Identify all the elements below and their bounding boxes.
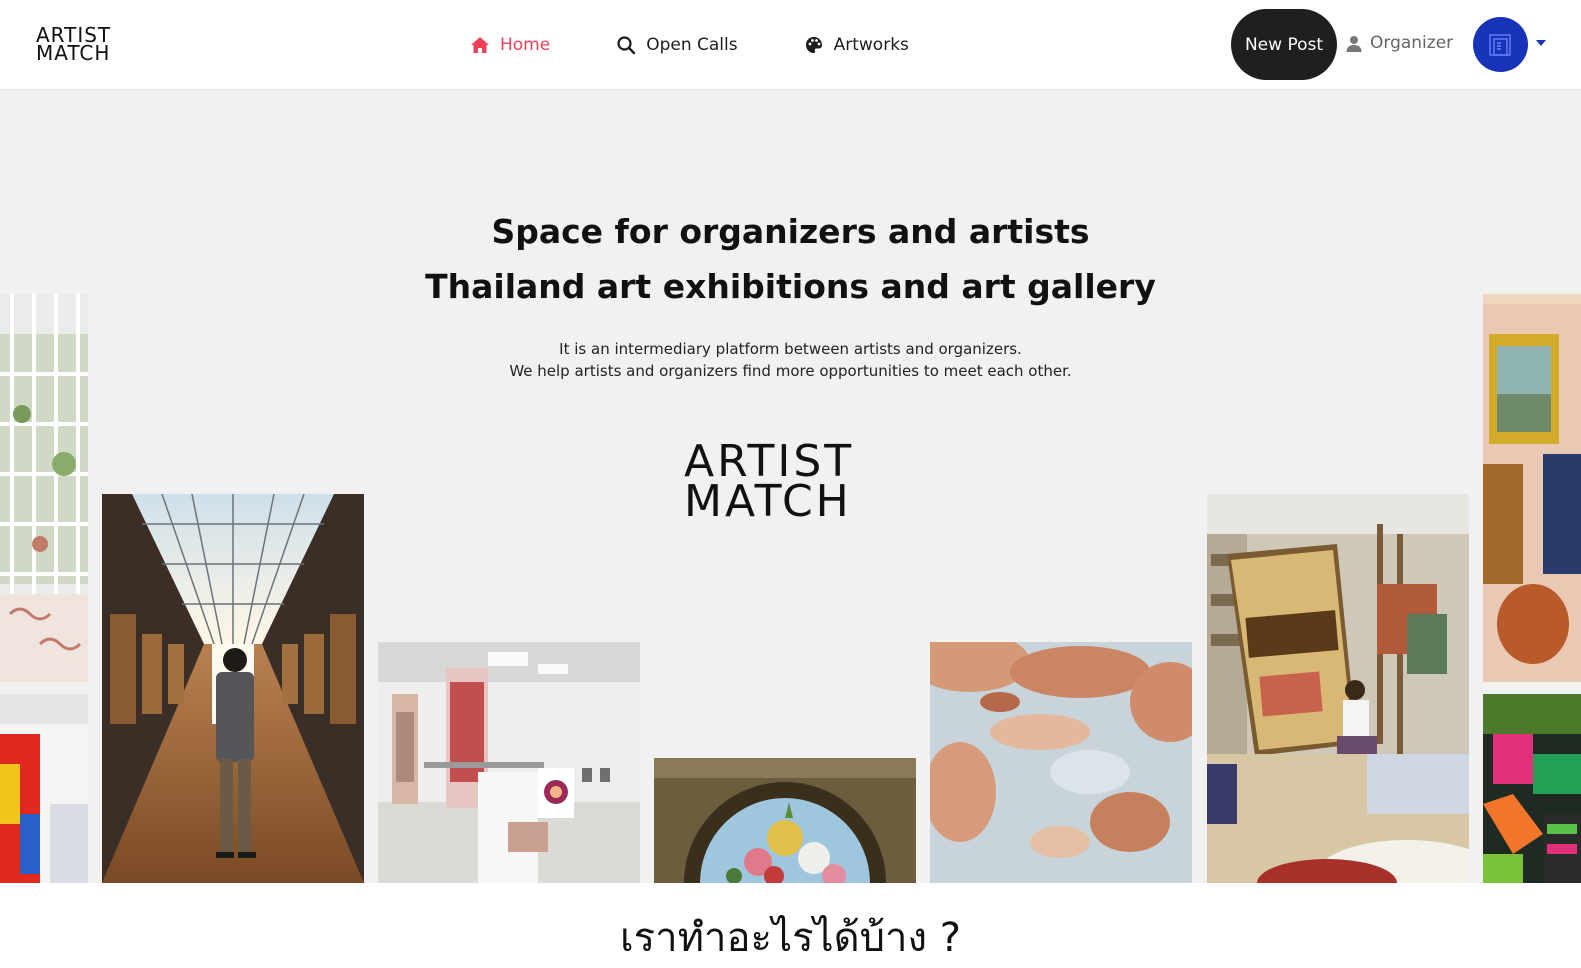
hero-title-line-2: Thailand art exhibitions and art gallery (425, 267, 1156, 306)
colorful-installation-image (0, 694, 88, 883)
hero-logo-line-2: MATCH (684, 476, 852, 527)
artist-painting-studio-image (1207, 494, 1469, 883)
nav-home[interactable]: Home (470, 35, 550, 55)
top-navigation: ARTIST MATCH Home Open Calls Artworks Ne… (0, 0, 1581, 90)
user-icon (1346, 35, 1362, 52)
nav-home-label: Home (500, 35, 551, 55)
hero-subtitle-line-2: We help artists and organizers find more… (509, 362, 1072, 380)
patterned-textile-image (1483, 694, 1581, 883)
main-nav: Home Open Calls Artworks (470, 30, 909, 60)
role-indicator[interactable]: Organizer (1346, 33, 1453, 53)
avatar[interactable] (1473, 17, 1528, 72)
section-heading: เราทำอะไรได้บ้าง ? (620, 915, 961, 961)
ceiling-fresco-image (930, 642, 1192, 883)
hero-subtitle-line-1: It is an intermediary platform between a… (559, 340, 1022, 358)
nav-artworks-label: Artworks (833, 35, 909, 55)
gallery-window-image (0, 294, 88, 682)
interior-painting-image (1483, 294, 1581, 682)
palette-icon (805, 37, 822, 53)
nav-artworks[interactable]: Artworks (804, 35, 909, 55)
search-icon (617, 36, 636, 55)
gallery-hall-visitor-image (102, 494, 364, 883)
role-label: Organizer (1370, 33, 1454, 53)
hero-logo: ARTIST MATCH (684, 440, 894, 527)
building-icon (1488, 33, 1511, 56)
exhibition-hanging-prints-image (378, 642, 640, 883)
hero-section: Space for organizers and artists Thailan… (0, 90, 1581, 883)
chevron-down-icon[interactable] (1536, 40, 1546, 46)
new-post-button[interactable]: New Post (1231, 9, 1337, 80)
hero-title-line-1: Space for organizers and artists (491, 212, 1090, 251)
artist-match-logo[interactable]: ARTIST MATCH (36, 25, 111, 65)
floral-arch-painting-image (654, 758, 916, 883)
nav-open-calls[interactable]: Open Calls (616, 35, 738, 55)
nav-open-calls-label: Open Calls (646, 35, 738, 55)
home-icon (471, 37, 489, 53)
logo-line-2: MATCH (36, 41, 111, 65)
